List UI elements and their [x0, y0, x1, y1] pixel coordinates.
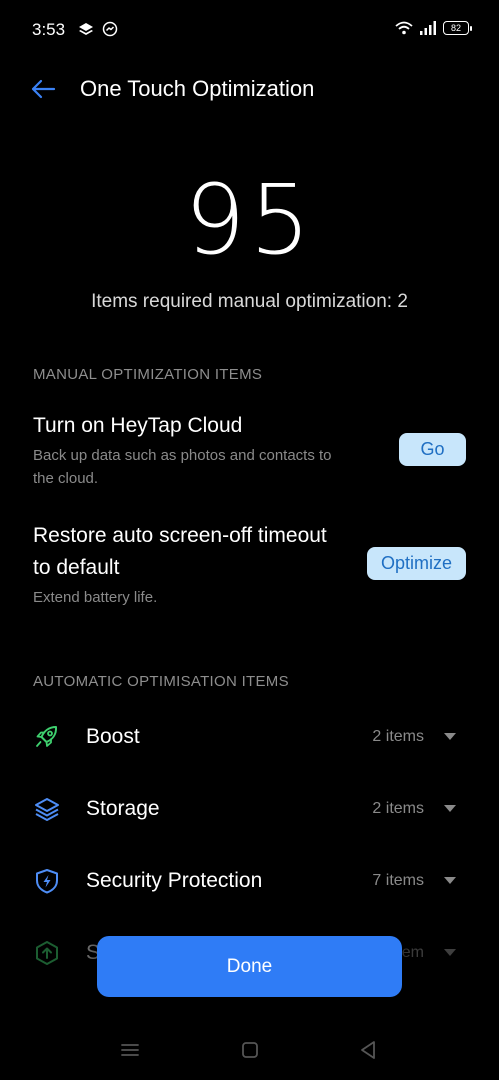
status-right: 82 — [395, 21, 472, 35]
back-arrow-icon — [31, 79, 56, 99]
back-button[interactable] — [26, 74, 60, 104]
triangle-back-icon — [361, 1041, 375, 1059]
manual-item-title: Turn on HeyTap Cloud — [33, 414, 243, 437]
chevron-down-icon — [444, 949, 456, 956]
auto-item-count: em — [401, 944, 424, 961]
auto-item-security[interactable]: Security Protection 7 items — [0, 853, 499, 909]
chevron-down-icon — [444, 733, 456, 740]
battery-icon: 82 — [443, 21, 472, 35]
home-button[interactable] — [237, 1038, 263, 1062]
page-title: One Touch Optimization — [80, 76, 315, 101]
recent-apps-button[interactable] — [117, 1038, 143, 1062]
screen: 3:53 82 One Touch Optimization 95 Items … — [0, 0, 499, 1080]
auto-item-boost[interactable]: Boost 2 items — [0, 709, 499, 765]
auto-section-header: AUTOMATIC OPTIMISATION ITEMS — [33, 673, 289, 690]
square-icon — [242, 1042, 258, 1058]
optimize-button[interactable]: Optimize — [367, 547, 466, 580]
battery-level: 82 — [450, 23, 461, 33]
score-subtitle: Items required manual optimization: 2 — [91, 291, 408, 312]
auto-item-count: 2 items — [372, 728, 424, 745]
manual-item-screen-timeout: Restore auto screen-off timeout to defau… — [33, 520, 333, 609]
shield-icon — [36, 869, 58, 894]
signal-icon — [420, 21, 436, 35]
rocket-icon — [36, 726, 58, 747]
manual-item-title: Restore auto screen-off timeout to defau… — [33, 524, 327, 579]
status-bar: 3:53 82 — [0, 0, 499, 60]
auto-item-count: 7 items — [372, 872, 424, 889]
status-time: 3:53 — [32, 20, 66, 39]
notification-icons — [78, 21, 118, 37]
back-nav-button[interactable] — [355, 1038, 381, 1062]
auto-item-storage[interactable]: Storage 2 items — [0, 781, 499, 837]
wifi-icon — [395, 21, 413, 35]
manual-item-description: Extend battery life. — [33, 589, 158, 606]
messenger-icon — [102, 21, 118, 37]
manual-item-heytap: Turn on HeyTap Cloud Back up data such a… — [33, 410, 333, 490]
auto-item-label: Boost — [86, 725, 140, 748]
auto-item-count: 2 items — [372, 800, 424, 817]
manual-item-description: Back up data such as photos and contacts… — [33, 447, 332, 487]
layers-notification-icon — [79, 23, 93, 35]
chevron-down-icon — [444, 877, 456, 884]
done-button[interactable]: Done — [97, 936, 402, 997]
layers-icon — [35, 798, 59, 821]
auto-item-label: Storage — [86, 797, 160, 820]
menu-icon — [121, 1044, 139, 1056]
upload-icon — [36, 941, 58, 965]
navigation-bar — [0, 1030, 499, 1070]
manual-section-header: MANUAL OPTIMIZATION ITEMS — [33, 366, 263, 383]
go-button[interactable]: Go — [399, 433, 466, 466]
optimization-score: 95 — [184, 164, 315, 276]
chevron-down-icon — [444, 805, 456, 812]
auto-item-label: Security Protection — [86, 869, 263, 892]
